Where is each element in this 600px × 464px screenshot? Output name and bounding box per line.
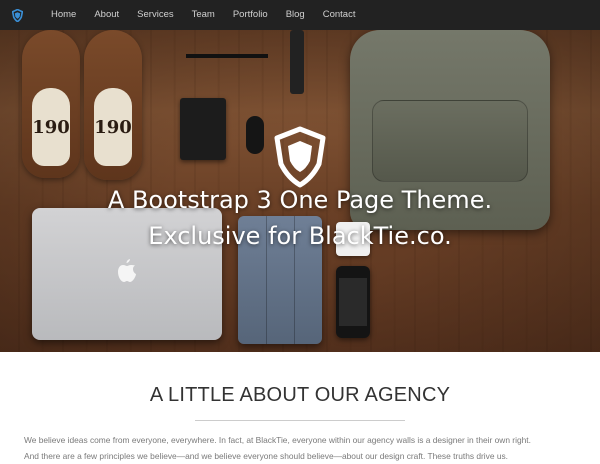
shield-icon	[274, 126, 326, 188]
hero-section: 190 190 A Bootstrap 3 One Page Theme. Ex…	[0, 30, 600, 352]
nav-item-home[interactable]: Home	[34, 0, 85, 30]
keyfob-image	[246, 116, 264, 154]
nav-item-team[interactable]: Team	[183, 0, 224, 30]
about-paragraph-line: And there are a few principles we believ…	[24, 451, 509, 461]
shoe-number: 190	[94, 116, 132, 138]
apple-logo-icon	[118, 259, 136, 282]
nav-menu: Home About Services Team Portfolio Blog …	[34, 0, 364, 30]
backpack-pocket	[372, 100, 528, 182]
sunglasses-image	[186, 48, 268, 58]
nav-item-portfolio[interactable]: Portfolio	[224, 0, 277, 30]
hero-title-line1: A Bootstrap 3 One Page Theme.	[107, 186, 493, 214]
nav-item-contact[interactable]: Contact	[314, 0, 365, 30]
shield-icon	[11, 8, 23, 22]
nav-item-services[interactable]: Services	[128, 0, 182, 30]
about-paragraph: We believe ideas come from everyone, eve…	[24, 432, 584, 464]
phone-screen	[339, 278, 367, 326]
nav-item-blog[interactable]: Blog	[277, 0, 314, 30]
hero-title-line2: Exclusive for BlackTie.co.	[148, 222, 452, 250]
wallet-image	[180, 98, 226, 160]
shoe-left-image: 190	[22, 30, 80, 178]
nav-item-about[interactable]: About	[85, 0, 128, 30]
shoe-insole: 190	[32, 88, 70, 166]
shoe-number: 190	[32, 116, 70, 138]
watch-image	[290, 30, 304, 94]
about-divider	[195, 420, 405, 421]
about-paragraph-line: We believe ideas come from everyone, eve…	[24, 435, 531, 445]
about-heading: A LITTLE ABOUT OUR AGENCY	[149, 384, 451, 406]
brand-logo[interactable]	[0, 0, 34, 30]
shoe-right-image: 190	[84, 30, 142, 180]
phone-image	[336, 266, 370, 338]
shoe-insole: 190	[94, 88, 132, 166]
navbar: Home About Services Team Portfolio Blog …	[0, 0, 600, 30]
